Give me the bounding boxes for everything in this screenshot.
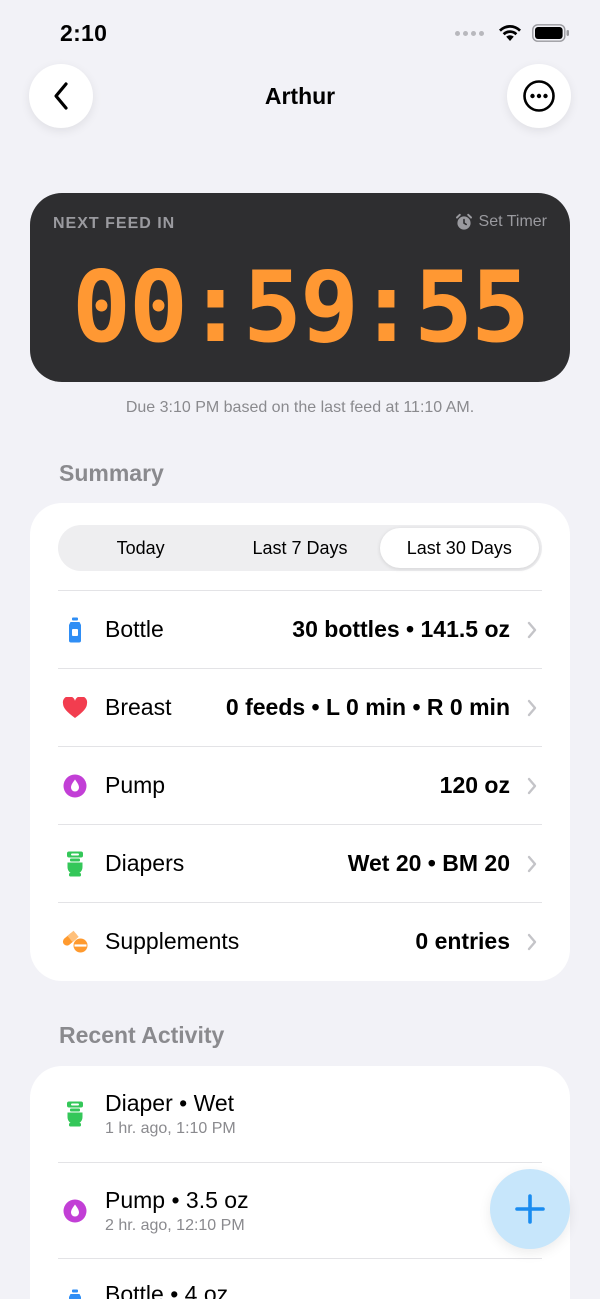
status-bar: 2:10 bbox=[0, 0, 600, 66]
summary-row-label: Bottle bbox=[105, 616, 164, 642]
summary-section-title: Summary bbox=[59, 460, 164, 486]
cellular-signal-icon bbox=[455, 30, 484, 36]
chevron-right-icon bbox=[522, 854, 542, 874]
chevron-right-icon bbox=[522, 698, 542, 718]
recent-activity-section-title: Recent Activity bbox=[59, 1022, 225, 1048]
timer-countdown: 00:59:55 bbox=[71, 251, 530, 365]
set-timer-button[interactable]: Set Timer bbox=[455, 213, 547, 231]
summary-row-bottle[interactable]: Bottle 30 bottles • 141.5 oz bbox=[58, 590, 542, 668]
heart-icon bbox=[58, 696, 92, 719]
battery-icon bbox=[532, 24, 569, 42]
ellipsis-circle-icon bbox=[523, 80, 555, 112]
bottle-icon bbox=[58, 1281, 92, 1299]
diaper-icon bbox=[58, 1101, 92, 1127]
summary-row-value: 0 feeds • L 0 min • R 0 min bbox=[225, 694, 510, 720]
plus-icon bbox=[515, 1194, 545, 1224]
tab-last-7-days[interactable]: Last 7 Days bbox=[220, 528, 379, 568]
add-entry-button[interactable] bbox=[490, 1169, 570, 1249]
status-time: 2:10 bbox=[60, 20, 108, 46]
chevron-right-icon bbox=[522, 932, 542, 952]
more-options-button[interactable] bbox=[507, 64, 571, 128]
summary-row-label: Diapers bbox=[105, 850, 185, 876]
activity-title: Bottle • 4 oz bbox=[105, 1281, 229, 1299]
summary-row-supplements[interactable]: Supplements 0 entries bbox=[58, 902, 542, 980]
navigation-bar: Arthur bbox=[0, 64, 600, 130]
alarm-clock-icon bbox=[455, 213, 472, 230]
summary-row-value: 0 entries bbox=[415, 928, 510, 954]
summary-row-breast[interactable]: Breast 0 feeds • L 0 min • R 0 min bbox=[58, 668, 542, 746]
summary-row-value: Wet 20 • BM 20 bbox=[347, 850, 510, 876]
summary-card: Today Last 7 Days Last 30 Days Bottle 30… bbox=[30, 503, 570, 981]
activity-title: Pump • 3.5 oz bbox=[105, 1186, 249, 1213]
chevron-right-icon bbox=[522, 776, 542, 796]
bottle-icon bbox=[58, 617, 92, 643]
activity-item[interactable]: Diaper • Wet 1 hr. ago, 1:10 PM bbox=[58, 1066, 542, 1162]
summary-row-value: 120 oz bbox=[439, 772, 510, 798]
activity-title: Diaper • Wet bbox=[105, 1090, 235, 1116]
summary-range-segmented-control: Today Last 7 Days Last 30 Days bbox=[58, 525, 542, 571]
summary-row-value: 30 bottles • 141.5 oz bbox=[292, 616, 510, 642]
diaper-icon bbox=[58, 851, 92, 877]
pills-icon bbox=[58, 930, 92, 954]
summary-row-label: Supplements bbox=[105, 928, 240, 954]
activity-time: 2 hr. ago, 12:10 PM bbox=[105, 1216, 245, 1234]
tab-today[interactable]: Today bbox=[61, 528, 220, 568]
set-timer-label: Set Timer bbox=[478, 213, 547, 230]
activity-time: 1 hr. ago, 1:10 PM bbox=[105, 1120, 236, 1137]
tab-last-30-days[interactable]: Last 30 Days bbox=[379, 528, 539, 568]
next-feed-timer-card: NEXT FEED IN Set Timer 00:59:55 bbox=[30, 193, 570, 382]
drop-icon bbox=[58, 1199, 92, 1223]
activity-item[interactable]: Pump • 3.5 oz 2 hr. ago, 12:10 PM bbox=[58, 1162, 542, 1258]
summary-row-pump[interactable]: Pump 120 oz bbox=[58, 746, 542, 824]
status-icons bbox=[455, 24, 570, 42]
wifi-icon bbox=[499, 25, 521, 41]
activity-item[interactable]: Bottle • 4 oz bbox=[58, 1258, 542, 1299]
summary-row-diapers[interactable]: Diapers Wet 20 • BM 20 bbox=[58, 824, 542, 902]
drop-icon bbox=[58, 774, 92, 798]
recent-activity-card: Diaper • Wet 1 hr. ago, 1:10 PM Pump • 3… bbox=[30, 1066, 570, 1299]
due-text: Due 3:10 PM based on the last feed at 11… bbox=[125, 399, 475, 416]
summary-row-label: Pump bbox=[105, 772, 166, 798]
timer-label: NEXT FEED IN bbox=[53, 215, 176, 232]
summary-row-label: Breast bbox=[105, 694, 172, 720]
chevron-right-icon bbox=[522, 620, 542, 640]
